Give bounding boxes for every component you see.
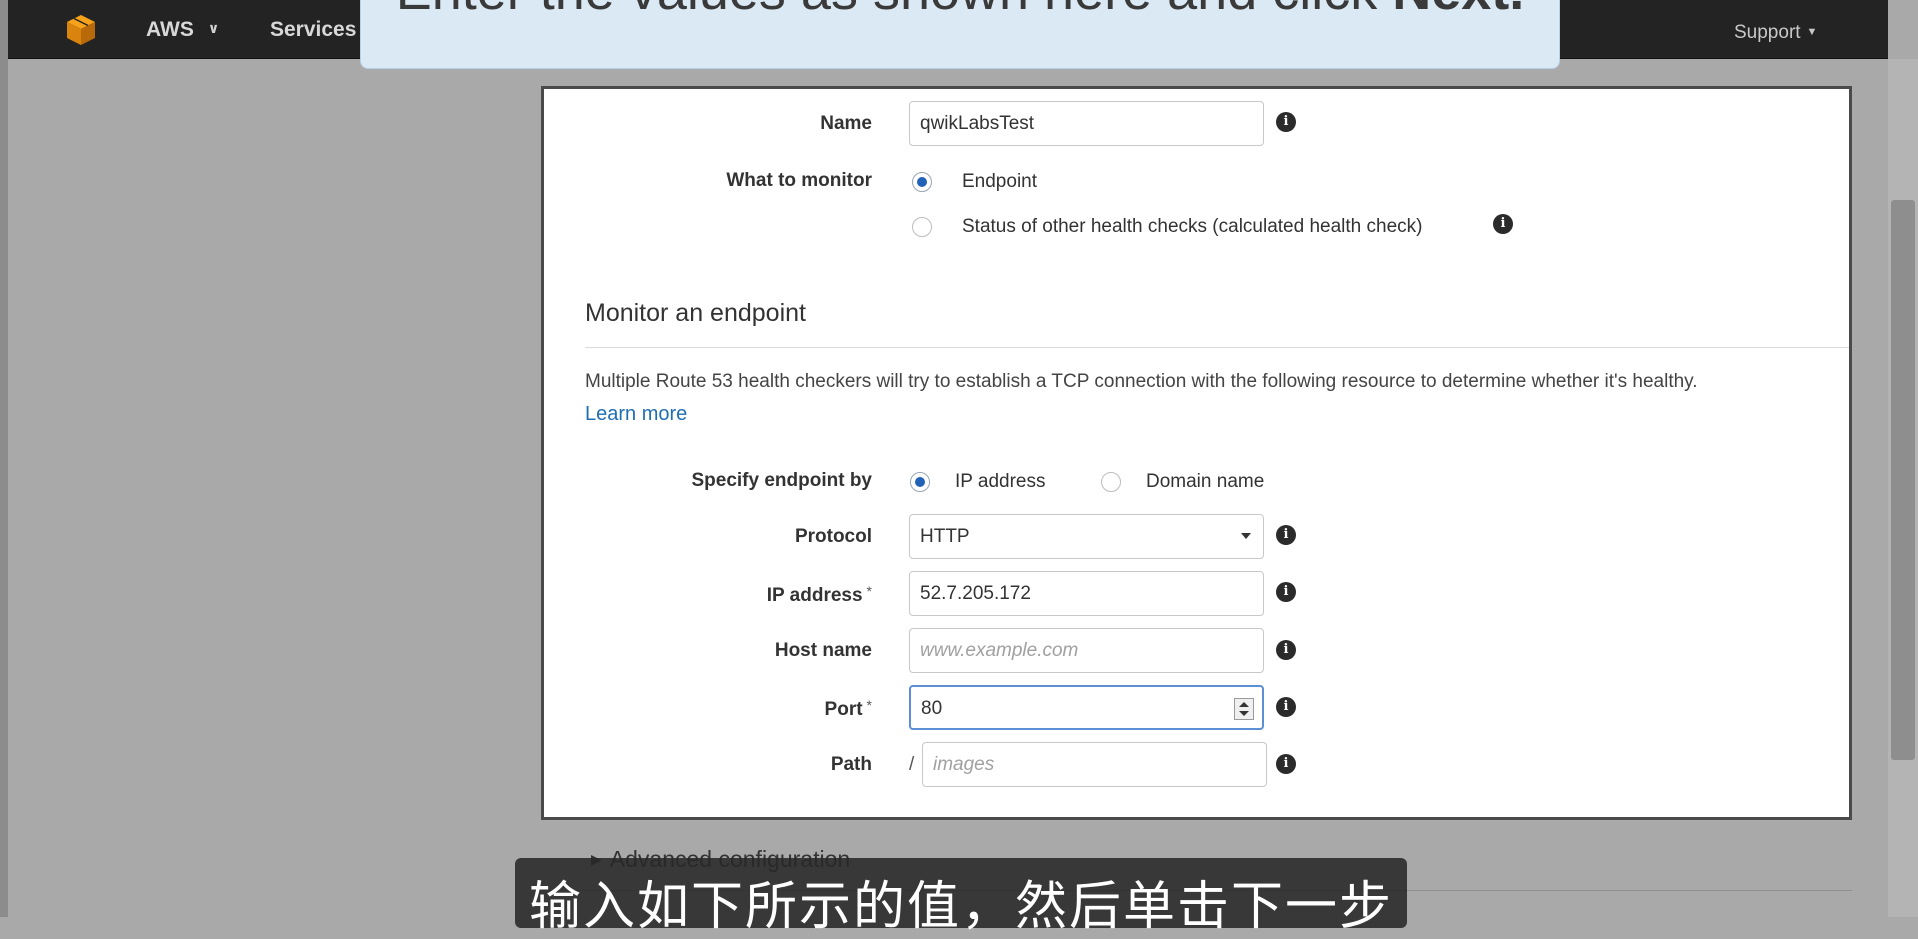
port-stepper[interactable] xyxy=(1234,698,1254,720)
name-input[interactable]: qwikLabsTest xyxy=(909,101,1264,146)
info-icon[interactable]: i xyxy=(1276,697,1296,717)
section-divider xyxy=(585,347,1849,348)
health-check-form-panel: Name qwikLabsTest i What to monitor Endp… xyxy=(541,86,1852,820)
nav-services-label: Services xyxy=(270,18,357,41)
host-name-label: Host name xyxy=(774,640,872,661)
learn-more-link[interactable]: Learn more xyxy=(585,403,687,426)
ip-address-label-text: IP address xyxy=(766,585,863,606)
instruction-text: Enter the values as shown here and click… xyxy=(361,0,1559,22)
ip-address-label: IP address * xyxy=(572,583,872,607)
host-name-input[interactable]: www.example.com xyxy=(909,628,1264,673)
nav-services-menu[interactable]: Services xyxy=(270,18,356,42)
what-to-monitor-label: What to monitor xyxy=(726,170,872,191)
stepper-up-icon[interactable] xyxy=(1239,702,1249,707)
info-icon[interactable]: i xyxy=(1276,582,1296,602)
chevron-down-icon: ∨ xyxy=(207,20,220,36)
window-left-edge xyxy=(0,0,8,917)
info-icon[interactable]: i xyxy=(1276,112,1296,132)
nav-support-label: Support xyxy=(1734,22,1801,43)
radio-domain-name-label[interactable]: Domain name xyxy=(1146,471,1264,493)
dropdown-caret-icon xyxy=(1241,533,1251,539)
radio-ip-address[interactable] xyxy=(910,472,930,492)
ip-address-input[interactable]: 52.7.205.172 xyxy=(909,571,1264,616)
caret-down-icon: ▼ xyxy=(1806,26,1818,38)
info-icon[interactable]: i xyxy=(1493,214,1513,234)
aws-logo-icon[interactable] xyxy=(63,12,99,48)
info-icon[interactable]: i xyxy=(1276,640,1296,660)
info-icon[interactable]: i xyxy=(1276,525,1296,545)
radio-endpoint-label[interactable]: Endpoint xyxy=(962,171,1037,193)
caption-text: 输入如下所示的值，然后单击下一步 xyxy=(528,877,1393,937)
section-title: Monitor an endpoint xyxy=(585,299,806,327)
required-mark: * xyxy=(866,697,872,713)
stepper-down-icon[interactable] xyxy=(1239,711,1249,716)
info-icon[interactable]: i xyxy=(1276,754,1296,774)
name-label: Name xyxy=(820,113,872,134)
radio-endpoint[interactable] xyxy=(912,172,932,192)
scrollbar-thumb[interactable] xyxy=(1891,200,1915,760)
protocol-select[interactable]: HTTP xyxy=(909,514,1264,559)
instruction-text-bold: Next. xyxy=(1392,0,1524,21)
path-label: Path xyxy=(830,754,872,775)
port-label: Port * xyxy=(572,697,872,721)
instruction-text-prefix: Enter the values as shown here and click xyxy=(396,0,1393,21)
port-value: 80 xyxy=(921,698,943,719)
protocol-label: Protocol xyxy=(794,526,872,547)
port-input[interactable]: 80 xyxy=(909,685,1264,730)
nav-aws-menu[interactable]: AWS ∨ xyxy=(146,18,219,42)
radio-ip-address-label[interactable]: IP address xyxy=(955,471,1045,493)
radio-calculated-health-check[interactable] xyxy=(912,217,932,237)
section-description: Multiple Route 53 health checkers will t… xyxy=(585,371,1698,392)
instruction-banner: Enter the values as shown here and click… xyxy=(360,0,1560,69)
protocol-value: HTTP xyxy=(920,526,970,547)
port-label-text: Port xyxy=(824,699,863,720)
required-mark: * xyxy=(866,583,872,599)
nav-aws-label: AWS xyxy=(146,18,194,41)
specify-endpoint-by-label: Specify endpoint by xyxy=(691,470,872,491)
video-caption: 输入如下所示的值，然后单击下一步 xyxy=(515,858,1407,937)
radio-domain-name[interactable] xyxy=(1101,472,1121,492)
nav-support-menu[interactable]: Support ▼ xyxy=(1734,22,1817,44)
path-input[interactable]: images xyxy=(922,742,1267,787)
radio-calculated-health-check-label[interactable]: Status of other health checks (calculate… xyxy=(962,216,1422,238)
path-prefix: / xyxy=(909,754,915,775)
